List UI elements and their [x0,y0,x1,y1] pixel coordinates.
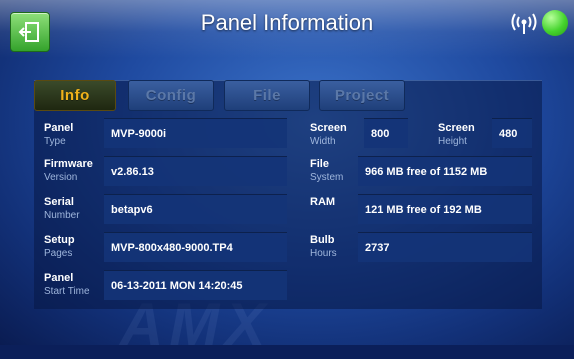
ram-value: 121 MB free of 192 MB [358,194,532,224]
screen-width-value: 800 [364,118,408,148]
file-system-value: 966 MB free of 1152 MB [358,156,532,186]
file-system-label-sub: System [310,172,344,183]
panel-start-time-label: Panel Start Time [44,272,90,298]
bulb-hours-label-main: Bulb [310,234,335,246]
serial-number-value: betapv6 [104,194,287,224]
screen-height-label-sub: Height [438,136,467,147]
tab-project[interactable]: Project [319,80,405,111]
firmware-version-label-sub: Version [44,172,78,183]
tab-info[interactable]: Info [34,80,116,111]
file-system-label-main: File [310,158,329,170]
screen-height-label: Screen Height [438,122,475,148]
bulb-hours-label: Bulb Hours [310,234,337,260]
firmware-version-label: Firmware Version [44,158,93,184]
panel-type-label: Panel Type [44,122,73,148]
screen-height-label-main: Screen [438,122,475,134]
tab-file[interactable]: File [224,80,310,111]
serial-number-label-main: Serial [44,196,74,208]
status-indicator [542,10,568,36]
ram-label: RAM [310,196,335,209]
screen-width-label: Screen Width [310,122,347,148]
screen-height-value: 480 [492,118,532,148]
page-title: Panel Information [200,10,374,35]
panel-type-value: MVP-9000i [104,118,287,148]
serial-number-label: Serial Number [44,196,80,222]
panel-start-time-value: 06-13-2011 MON 14:20:45 [104,270,287,300]
panel-type-label-main: Panel [44,122,74,134]
setup-pages-label-sub: Pages [44,248,73,259]
setup-pages-value: MVP-800x480-9000.TP4 [104,232,287,262]
ram-label-main: RAM [310,196,336,208]
panel-start-time-label-sub: Start Time [44,286,90,297]
tab-config[interactable]: Config [128,80,214,111]
wireless-signal-icon [511,13,537,34]
screen-width-label-sub: Width [310,136,336,147]
bulb-hours-value: 2737 [358,232,532,262]
setup-pages-label: Setup Pages [44,234,75,260]
screen-width-label-main: Screen [310,122,347,134]
setup-pages-label-main: Setup [44,234,75,246]
serial-number-label-sub: Number [44,210,80,221]
panel-information-screen: AMX Panel Information Info Config File P… [0,0,574,358]
panel-start-time-label-main: Panel [44,272,74,284]
file-system-label: File System [310,158,343,184]
bulb-hours-label-sub: Hours [310,248,337,259]
panel-type-label-sub: Type [44,136,66,147]
firmware-version-value: v2.86.13 [104,156,287,186]
firmware-version-label-main: Firmware [44,158,93,170]
